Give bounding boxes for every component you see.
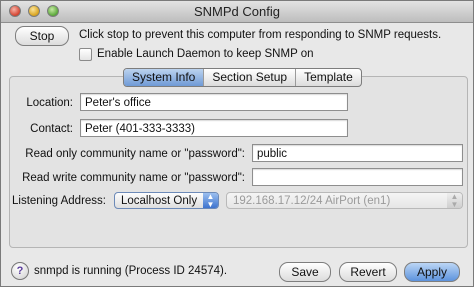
status-text: snmpd is running (Process ID 24574).	[34, 265, 228, 277]
listening-address-value: Localhost Only	[121, 195, 198, 207]
help-icon[interactable]: ?	[11, 262, 29, 280]
config-window: SNMPd Config Stop Click stop to prevent …	[0, 0, 474, 287]
stop-button[interactable]: Stop	[15, 26, 69, 46]
contact-label: Contact:	[30, 123, 73, 135]
listening-address-select[interactable]: Localhost Only ▲ ▼	[114, 192, 219, 209]
window-title: SNMPd Config	[194, 4, 280, 19]
tab-template[interactable]: Template	[295, 69, 361, 86]
revert-button[interactable]: Revert	[339, 262, 397, 282]
interface-value: 192.168.17.12/24 AirPort (en1)	[233, 195, 391, 207]
title-bar: SNMPd Config	[1, 1, 473, 23]
launch-daemon-label: Enable Launch Daemon to keep SNMP on	[97, 48, 314, 60]
chevron-updown-icon: ▲ ▼	[203, 193, 218, 209]
interface-select: 192.168.17.12/24 AirPort (en1) ▲ ▼	[226, 192, 463, 209]
listening-address-label: Listening Address:	[12, 195, 106, 207]
launch-daemon-checkbox[interactable]	[79, 48, 92, 61]
location-field[interactable]: Peter's office	[80, 93, 348, 111]
location-label: Location:	[26, 97, 73, 109]
tab-bar: System Info Section Setup Template	[123, 68, 362, 87]
save-button[interactable]: Save	[279, 262, 331, 282]
rw-community-label: Read write community name or "password":	[22, 172, 245, 184]
ro-community-field[interactable]: public	[252, 144, 463, 162]
tab-system-info[interactable]: System Info	[124, 69, 204, 86]
ro-community-label: Read only community name or "password":	[25, 148, 245, 160]
apply-button[interactable]: Apply	[404, 262, 460, 282]
contact-field[interactable]: Peter (401-333-3333)	[80, 119, 348, 137]
stop-description: Click stop to prevent this computer from…	[79, 29, 442, 41]
chevron-updown-icon: ▲ ▼	[447, 193, 462, 209]
tab-section-setup[interactable]: Section Setup	[203, 69, 295, 86]
rw-community-field[interactable]	[252, 168, 463, 186]
